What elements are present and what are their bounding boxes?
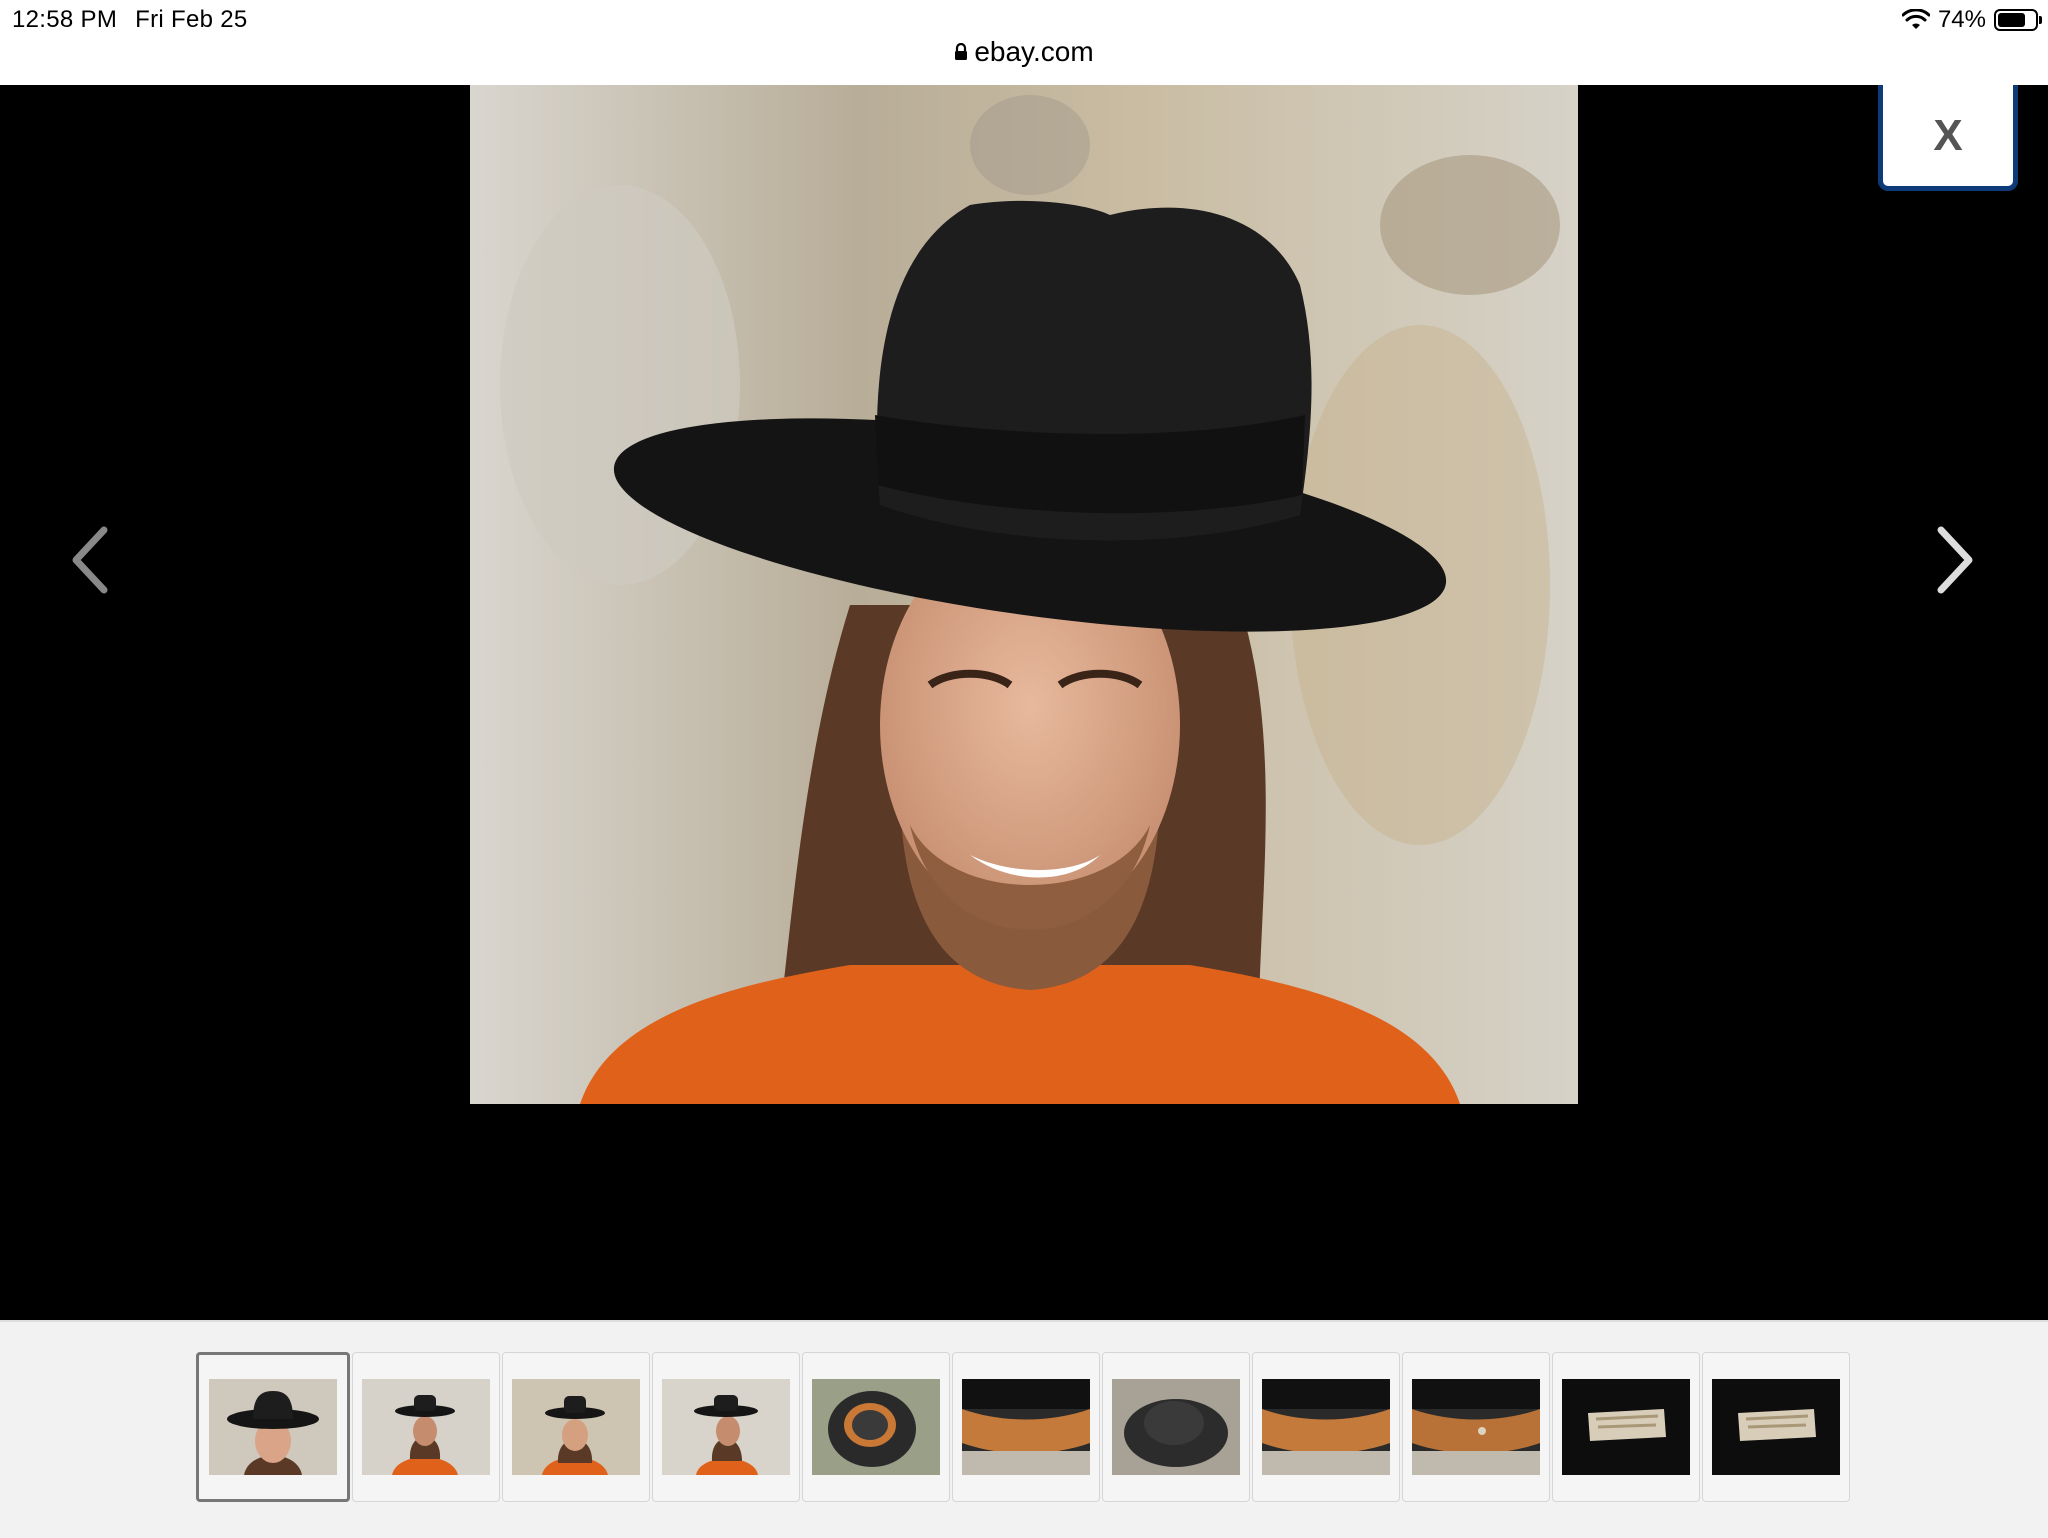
- status-indicators: 74%: [1901, 6, 2042, 34]
- clock: 12:58 PM: [12, 6, 118, 33]
- thumbnail-7[interactable]: [1102, 1352, 1250, 1502]
- thumbnail-9[interactable]: [1402, 1352, 1550, 1502]
- status-time: 12:58 PM Fri Feb 25: [12, 6, 248, 34]
- thumbnail-image: [1112, 1379, 1240, 1475]
- chevron-right-icon: [1937, 526, 1973, 594]
- thumbnail-image: [812, 1379, 940, 1475]
- date: Fri Feb 25: [135, 6, 248, 33]
- address-bar[interactable]: ebay.com: [0, 36, 2048, 68]
- previous-image-button[interactable]: [55, 515, 125, 605]
- thumbnail-4[interactable]: [652, 1352, 800, 1502]
- thumbnail-6[interactable]: [952, 1352, 1100, 1502]
- thumbnail-1[interactable]: [196, 1352, 350, 1502]
- wifi-icon: [1901, 9, 1930, 29]
- thumbnail-11[interactable]: [1702, 1352, 1850, 1502]
- battery-icon: [1994, 9, 2042, 31]
- thumbnail-10[interactable]: [1552, 1352, 1700, 1502]
- lock-icon: [955, 42, 968, 60]
- thumbnail-image: [1412, 1379, 1540, 1475]
- thumbnail-image: [1712, 1379, 1840, 1475]
- thumbnail-image: [662, 1379, 790, 1475]
- thumbnail-image: [962, 1379, 1090, 1475]
- thumbnail-image: [362, 1379, 490, 1475]
- photo-man-in-black-fedora: [470, 85, 1578, 1104]
- thumbnail-3[interactable]: [502, 1352, 650, 1502]
- battery-level: [1998, 13, 2025, 27]
- chevron-left-icon: [72, 526, 108, 594]
- thumbnail-strip: [0, 1320, 2048, 1538]
- thumbnail-image: [1562, 1379, 1690, 1475]
- thumbnail-image: [209, 1379, 337, 1475]
- thumbnail-image: [512, 1379, 640, 1475]
- thumbnail-5[interactable]: [802, 1352, 950, 1502]
- battery-percent: 74%: [1937, 6, 1986, 33]
- thumbnail-8[interactable]: [1252, 1352, 1400, 1502]
- next-image-button[interactable]: [1920, 515, 1990, 605]
- main-product-photo[interactable]: [470, 85, 1578, 1104]
- thumbnail-image: [1262, 1379, 1390, 1475]
- thumbnail-list: [196, 1352, 1850, 1502]
- close-label: X: [1933, 110, 1963, 160]
- image-viewer: X: [0, 85, 2048, 1320]
- thumbnail-2[interactable]: [352, 1352, 500, 1502]
- url-text: ebay.com: [974, 36, 1094, 67]
- status-bar: 12:58 PM Fri Feb 25 74% ebay.com: [0, 0, 2048, 85]
- close-viewer-button[interactable]: X: [1878, 85, 2018, 191]
